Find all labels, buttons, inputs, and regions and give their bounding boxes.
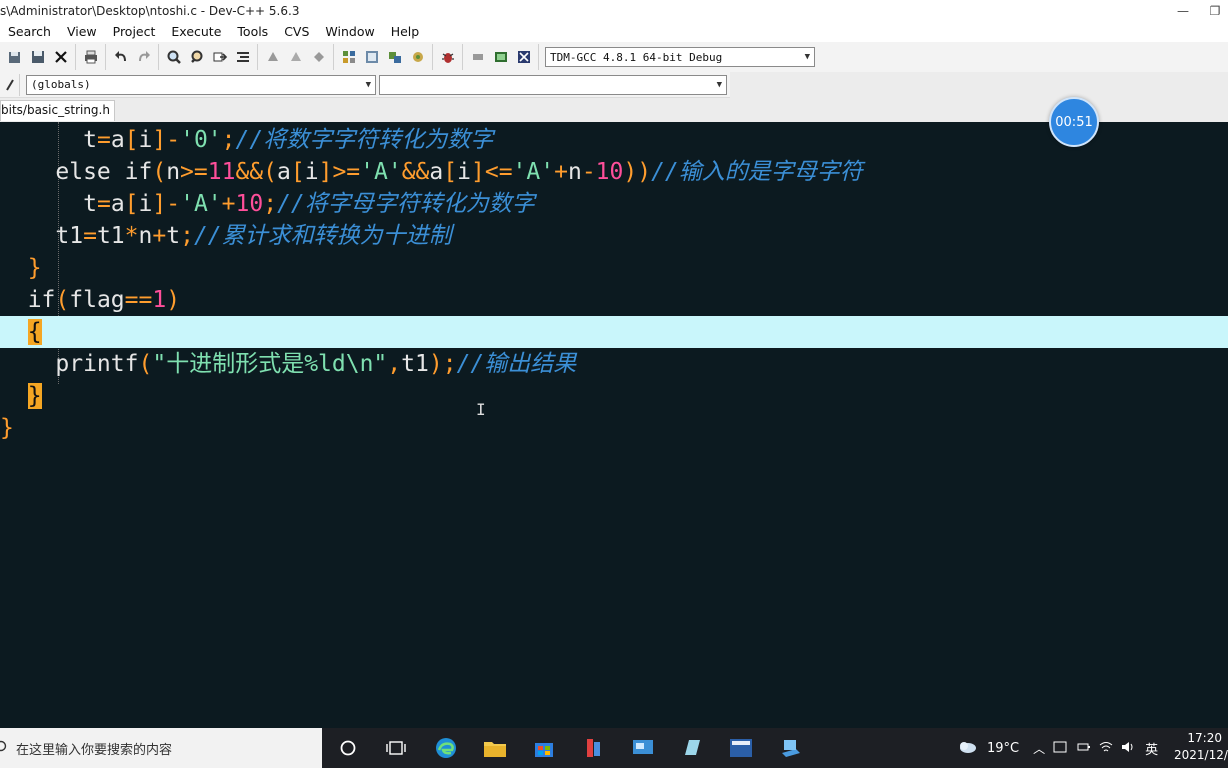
taskbar-search-box[interactable]: 在这里输入你要搜索的内容 bbox=[0, 728, 322, 768]
chevron-down-icon: ▼ bbox=[365, 79, 371, 90]
windows-taskbar: 在这里输入你要搜索的内容 19°C ︿ 英 17:20 2021/12/ bbox=[0, 728, 1228, 768]
cortana-icon[interactable] bbox=[334, 734, 362, 762]
stop-icon[interactable] bbox=[466, 46, 489, 68]
rebuild-icon[interactable] bbox=[406, 46, 429, 68]
title-bar: s\Administrator\Desktop\ntoshi.c - Dev-C… bbox=[0, 0, 1228, 22]
taskbar-clock[interactable]: 17:20 2021/12/ bbox=[1172, 730, 1228, 766]
battery-icon[interactable] bbox=[1077, 741, 1091, 755]
window-title: s\Administrator\Desktop\ntoshi.c - Dev-C… bbox=[0, 4, 300, 18]
task-view-icon[interactable] bbox=[382, 734, 410, 762]
remove-file-icon[interactable] bbox=[284, 46, 307, 68]
undo-toolbar-group bbox=[106, 44, 159, 70]
search-toolbar-group bbox=[159, 44, 258, 70]
remote-desktop-icon[interactable] bbox=[629, 734, 657, 762]
recording-timer-badge[interactable]: 00:51 bbox=[1049, 97, 1099, 147]
close-icon[interactable] bbox=[49, 46, 72, 68]
weather-cloud-icon[interactable] bbox=[956, 739, 978, 758]
class-select-value: (globals) bbox=[31, 78, 91, 91]
project-toolbar-group bbox=[258, 44, 334, 70]
check-icon[interactable] bbox=[512, 46, 535, 68]
menu-cvs[interactable]: CVS bbox=[276, 22, 317, 42]
matched-brace: } bbox=[27, 383, 42, 409]
notes-app-icon[interactable] bbox=[678, 734, 706, 762]
network-wifi-icon[interactable] bbox=[1099, 741, 1113, 756]
menu-help[interactable]: Help bbox=[383, 22, 428, 42]
menu-bar: Search View Project Execute Tools CVS Wi… bbox=[0, 22, 1228, 42]
print-icon[interactable] bbox=[79, 46, 102, 68]
menu-window[interactable]: Window bbox=[317, 22, 382, 42]
clock-time: 17:20 bbox=[1187, 731, 1222, 745]
print-toolbar-group bbox=[76, 44, 106, 70]
matched-brace: { bbox=[27, 319, 42, 345]
weather-temperature[interactable]: 19°C bbox=[987, 741, 1019, 756]
microsoft-store-icon[interactable] bbox=[530, 734, 558, 762]
dev-cpp-taskbar-icon[interactable] bbox=[727, 734, 755, 762]
member-select[interactable]: ▼ bbox=[379, 74, 727, 95]
media-player-icon[interactable] bbox=[580, 734, 608, 762]
code-line: printf("十进制形式是%ld\n",t1);//输出结果 bbox=[55, 351, 577, 377]
timer-value: 00:51 bbox=[1055, 114, 1093, 130]
replace-icon[interactable] bbox=[185, 46, 208, 68]
debug-toolbar-group bbox=[433, 44, 463, 70]
search-icon bbox=[0, 739, 10, 758]
compile-icon[interactable] bbox=[337, 46, 360, 68]
system-tray: 19°C ︿ 英 bbox=[956, 728, 1158, 768]
project-options-icon[interactable] bbox=[307, 46, 330, 68]
redo-icon[interactable] bbox=[132, 46, 155, 68]
clock-date: 2021/12/ bbox=[1174, 748, 1228, 762]
menu-execute[interactable]: Execute bbox=[163, 22, 229, 42]
chevron-down-icon: ▼ bbox=[804, 52, 810, 62]
editor-tab-bar: bits/basic_string.h bbox=[0, 98, 1228, 122]
text-cursor-icon: I bbox=[476, 400, 486, 419]
add-file-icon[interactable] bbox=[261, 46, 284, 68]
chevron-down-icon: ▼ bbox=[716, 79, 722, 90]
code-line: } bbox=[0, 415, 14, 441]
extra-toolbar-group bbox=[463, 44, 539, 70]
file-explorer-icon[interactable] bbox=[481, 734, 509, 762]
indent-icon[interactable] bbox=[231, 46, 254, 68]
code-line: } bbox=[27, 255, 42, 281]
ime-indicator[interactable]: 英 bbox=[1145, 739, 1158, 758]
main-toolbar: TDM-GCC 4.8.1 64-bit Debug ▼ bbox=[0, 42, 1228, 72]
run-icon[interactable] bbox=[360, 46, 383, 68]
minimize-button[interactable]: — bbox=[1168, 0, 1198, 22]
code-editor[interactable]: t=a[i]-'0';//将数字字符转化为数字 else if(n>=11&&(… bbox=[0, 122, 1228, 720]
compiler-select-value: TDM-GCC 4.8.1 64-bit Debug bbox=[550, 50, 723, 64]
save-icon[interactable] bbox=[26, 46, 49, 68]
build-toolbar-group bbox=[334, 44, 433, 70]
restore-button[interactable]: ❐ bbox=[1200, 0, 1228, 22]
file-toolbar-group bbox=[0, 44, 76, 70]
code-line: if(flag==1) bbox=[27, 287, 181, 313]
compiler-select[interactable]: TDM-GCC 4.8.1 64-bit Debug ▼ bbox=[545, 47, 815, 67]
goto-icon[interactable] bbox=[208, 46, 231, 68]
code-line: } bbox=[0, 380, 1228, 412]
screen-recorder-icon[interactable] bbox=[776, 734, 804, 762]
debug-icon[interactable] bbox=[436, 46, 459, 68]
tab-label: bits/basic_string.h bbox=[1, 103, 110, 117]
toolbar-empty-area bbox=[730, 72, 1228, 98]
save-all-icon[interactable] bbox=[3, 46, 26, 68]
class-browser-icon[interactable] bbox=[0, 73, 20, 96]
chevron-up-icon[interactable]: ︿ bbox=[1033, 740, 1045, 757]
code-line: else if(n>=11&&(a[i]>='A'&&a[i]<='A'+n-1… bbox=[55, 159, 863, 185]
class-select[interactable]: (globals) ▼ bbox=[26, 74, 376, 95]
compile-run-icon[interactable] bbox=[383, 46, 406, 68]
volume-icon[interactable] bbox=[1121, 741, 1135, 756]
dev-cpp-window: s\Administrator\Desktop\ntoshi.c - Dev-C… bbox=[0, 0, 1228, 768]
code-line: t=a[i]-'0';//将数字字符转化为数字 bbox=[83, 127, 494, 153]
profile-icon[interactable] bbox=[489, 46, 512, 68]
people-icon[interactable] bbox=[1053, 741, 1067, 756]
find-icon[interactable] bbox=[162, 46, 185, 68]
search-placeholder: 在这里输入你要搜索的内容 bbox=[16, 742, 173, 758]
code-line: t1=t1*n+t;//累计求和转换为十进制 bbox=[55, 223, 452, 249]
edge-browser-icon[interactable] bbox=[432, 734, 460, 762]
menu-project[interactable]: Project bbox=[105, 22, 164, 42]
current-code-line: { bbox=[0, 316, 1228, 348]
tab-basic-string-h[interactable]: bits/basic_string.h bbox=[0, 100, 115, 121]
menu-tools[interactable]: Tools bbox=[229, 22, 276, 42]
code-line: t=a[i]-'A'+10;//将字母字符转化为数字 bbox=[83, 191, 535, 217]
menu-view[interactable]: View bbox=[59, 22, 105, 42]
undo-icon[interactable] bbox=[109, 46, 132, 68]
menu-search[interactable]: Search bbox=[0, 22, 59, 42]
